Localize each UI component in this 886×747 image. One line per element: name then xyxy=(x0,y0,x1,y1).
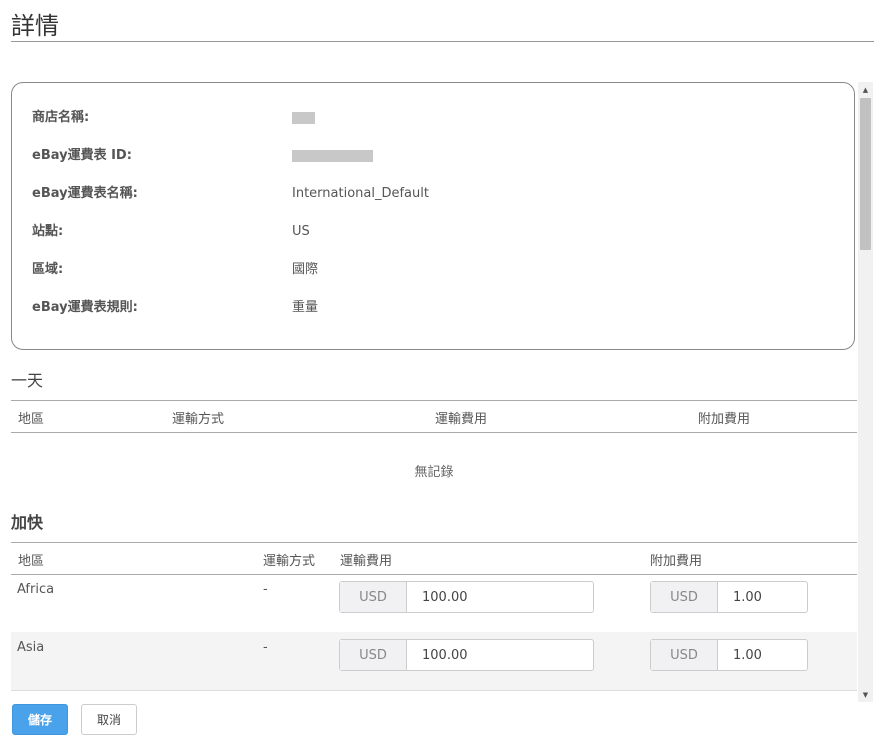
amount-value[interactable]: 1.00 xyxy=(718,640,807,670)
section-title-one-day: 一天 xyxy=(11,371,44,390)
one-day-table-header: 地區 運輸方式 運輸費用 附加費用 xyxy=(11,400,857,433)
info-row-profile-id: eBay運費表 ID: xyxy=(32,146,834,166)
shipping-profile-info-card: 商店名稱: eBay運費表 ID: eBay運費表名稱: Internation… xyxy=(11,82,855,350)
redacted-block xyxy=(292,111,315,124)
table-row: Africa - USD 100.00 USD 1.00 xyxy=(11,574,857,633)
store-name-value xyxy=(292,108,315,128)
col-header-method: 運輸方式 xyxy=(172,412,225,427)
info-row-store-name: 商店名稱: xyxy=(32,108,834,128)
table-row: Asia - USD 100.00 USD 1.00 xyxy=(11,632,857,691)
expedited-table-header: 地區 運輸方式 運輸費用 附加費用 xyxy=(11,542,857,575)
site-value: US xyxy=(292,224,310,239)
currency-addon: USD xyxy=(651,640,718,670)
info-row-rule: eBay運費表規則: 重量 xyxy=(32,298,834,318)
profile-name-value: International_Default xyxy=(292,186,429,201)
rule-label: eBay運費表規則: xyxy=(32,300,138,315)
currency-addon: USD xyxy=(651,582,718,612)
region-cell: Asia xyxy=(17,640,45,655)
profile-id-label: eBay運費表 ID: xyxy=(32,148,132,163)
col-header-region: 地區 xyxy=(18,412,45,427)
col-header-shipping-cost: 運輸費用 xyxy=(435,412,488,427)
details-scroll-area[interactable]: 商店名稱: eBay運費表 ID: eBay運費表名稱: Internation… xyxy=(0,82,875,702)
method-cell: - xyxy=(263,582,268,597)
save-button[interactable]: 儲存 xyxy=(12,704,68,735)
extra-cost-input[interactable]: USD 1.00 xyxy=(650,581,808,613)
amount-value[interactable]: 100.00 xyxy=(407,582,593,612)
amount-value[interactable]: 1.00 xyxy=(718,582,807,612)
currency-addon: USD xyxy=(340,640,407,670)
vertical-scrollbar[interactable]: ▲ ▼ xyxy=(858,82,873,702)
amount-value[interactable]: 100.00 xyxy=(407,640,593,670)
info-row-region: 區域: 國際 xyxy=(32,260,834,280)
shipping-cost-input[interactable]: USD 100.00 xyxy=(339,639,594,671)
one-day-empty-message: 無記錄 xyxy=(414,465,454,480)
rule-value: 重量 xyxy=(292,300,319,315)
region-label: 區域: xyxy=(32,262,64,277)
redacted-block xyxy=(292,149,373,162)
shipping-cost-input[interactable]: USD 100.00 xyxy=(339,581,594,613)
region-cell: Africa xyxy=(17,582,55,597)
title-divider xyxy=(11,41,874,42)
site-label: 站點: xyxy=(32,224,64,239)
info-row-profile-name: eBay運費表名稱: International_Default xyxy=(32,184,834,204)
col-header-extra-cost: 附加費用 xyxy=(650,554,703,569)
currency-addon: USD xyxy=(340,582,407,612)
region-value: 國際 xyxy=(292,262,319,277)
col-header-method: 運輸方式 xyxy=(263,554,316,569)
cancel-button[interactable]: 取消 xyxy=(81,704,137,735)
info-row-site: 站點: US xyxy=(32,222,834,242)
profile-id-value xyxy=(292,146,373,166)
store-name-label: 商店名稱: xyxy=(32,110,90,125)
scroll-down-icon[interactable]: ▼ xyxy=(858,687,873,702)
col-header-region: 地區 xyxy=(18,554,45,569)
profile-name-label: eBay運費表名稱: xyxy=(32,186,138,201)
scroll-up-icon[interactable]: ▲ xyxy=(858,82,873,97)
scroll-thumb[interactable] xyxy=(860,98,871,250)
col-header-extra-cost: 附加費用 xyxy=(698,412,751,427)
section-title-expedited: 加快 xyxy=(11,513,44,532)
extra-cost-input[interactable]: USD 1.00 xyxy=(650,639,808,671)
method-cell: - xyxy=(263,640,268,655)
page-title: 詳情 xyxy=(11,12,59,40)
col-header-shipping-cost: 運輸費用 xyxy=(340,554,393,569)
